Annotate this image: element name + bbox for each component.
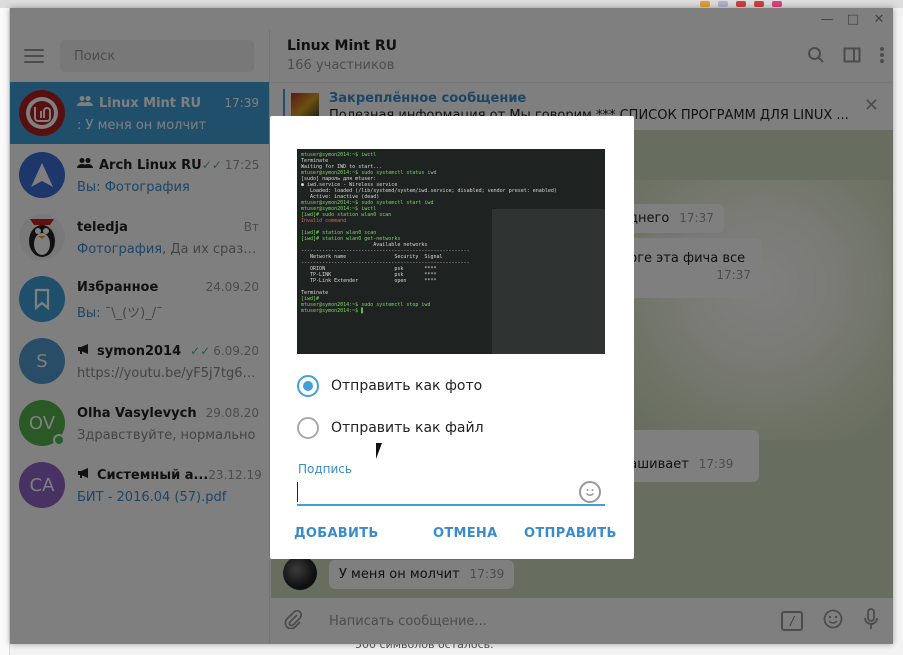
mouse-cursor (376, 443, 388, 459)
browser-icon[interactable] (772, 1, 782, 7)
browser-icon[interactable] (736, 1, 746, 7)
browser-icon[interactable] (718, 1, 728, 7)
send-as-photo-option[interactable]: Отправить как фото (297, 375, 482, 397)
radio-selected[interactable] (297, 375, 319, 397)
send-button[interactable]: ОТПРАВИТЬ (524, 526, 617, 541)
caption-label: Подпись (298, 462, 352, 476)
browser-icon[interactable] (754, 1, 764, 7)
browser-tabbar (0, 0, 903, 8)
add-button[interactable]: ДОБАВИТЬ (294, 526, 379, 541)
send-as-photo-label: Отправить как фото (331, 378, 483, 394)
send-as-file-option[interactable]: Отправить как файл (297, 417, 484, 439)
caption-input[interactable] (297, 478, 605, 506)
send-as-file-label: Отправить как файл (331, 420, 484, 436)
text-caret (297, 482, 298, 502)
radio-unselected[interactable] (297, 417, 319, 439)
browser-icon[interactable] (700, 1, 710, 7)
telegram-window: — □ ✕ Поиск Linux Mint RU17:39: У меня о… (10, 8, 893, 644)
cancel-button[interactable]: ОТМЕНА (433, 526, 497, 541)
emoji-icon[interactable] (579, 481, 601, 503)
photo-preview: mtuser@symon2014:~$ iwctl Terminate Waitin… (297, 149, 605, 354)
browser-left-edge (0, 8, 10, 655)
send-photo-dialog: mtuser@symon2014:~$ iwctl Terminate Waitin… (270, 116, 634, 559)
